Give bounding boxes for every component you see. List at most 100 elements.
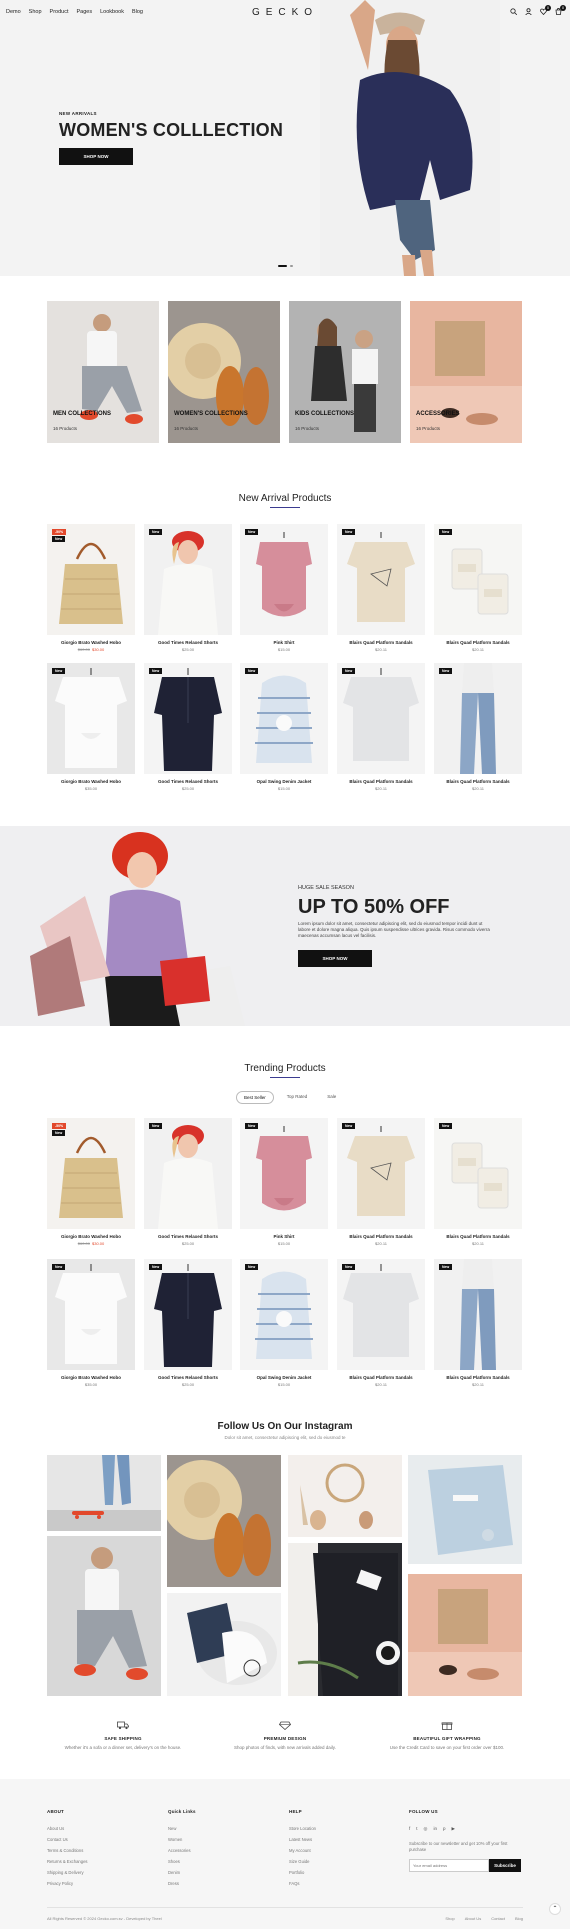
product-name[interactable]: Giorgio Brato Washed Hobo — [47, 640, 135, 645]
tab-top-rated[interactable]: Top Rated — [280, 1091, 315, 1104]
product-card[interactable]: New Blairs Quad Platform Sandals $20.11 — [434, 524, 522, 652]
collection-card-women[interactable]: WOMEN'S COLLECTIONS 16 Products — [168, 301, 280, 443]
product-card[interactable]: New Blairs Quad Platform Sandals $20.11 — [337, 524, 425, 652]
product-card[interactable]: New Blairs Quad Platform Sandals $20.11 — [434, 663, 522, 791]
facebook-icon[interactable]: f — [409, 1826, 410, 1832]
product-image[interactable]: New — [337, 1118, 425, 1229]
back-to-top-button[interactable]: ⌃ — [549, 1903, 561, 1915]
footer-link[interactable]: Store Location — [289, 1826, 316, 1831]
slider-dot-active[interactable] — [278, 265, 287, 267]
instagram-post[interactable] — [288, 1455, 402, 1537]
product-name[interactable]: Blairs Quad Platform Sandals — [337, 1234, 425, 1239]
product-card[interactable]: New Blairs Quad Platform Sandals $20.11 — [337, 663, 425, 791]
twitter-icon[interactable]: t — [416, 1826, 417, 1832]
product-card[interactable]: New Good Times Relaxed Shorts $25.00 — [144, 1259, 232, 1387]
product-card[interactable]: New Good Times Relaxed Shorts $25.00 — [144, 524, 232, 652]
footer-link[interactable]: Portfolio — [289, 1870, 316, 1875]
promo-shop-now-button[interactable]: SHOP NOW — [298, 950, 372, 967]
product-card[interactable]: New Blairs Quad Platform Sandals $20.11 — [434, 1259, 522, 1387]
instagram-post[interactable] — [47, 1536, 161, 1696]
product-card[interactable]: New Pink Shirt $15.00 — [240, 524, 328, 652]
site-logo[interactable]: GECKO — [0, 7, 570, 18]
product-image[interactable]: New — [144, 524, 232, 635]
product-image[interactable]: New — [47, 1259, 135, 1370]
instagram-post[interactable] — [47, 1455, 161, 1531]
product-name[interactable]: Opal Swing Denim Jacket — [240, 779, 328, 784]
footer-link[interactable]: My Account — [289, 1848, 316, 1853]
product-image[interactable]: New — [240, 1118, 328, 1229]
tab-sale[interactable]: Sale — [320, 1091, 343, 1104]
footer-link[interactable]: Latest News — [289, 1837, 316, 1842]
instagram-post[interactable] — [167, 1593, 281, 1696]
search-icon[interactable] — [510, 8, 518, 17]
product-card[interactable]: -50% New Giorgio Brato Washed Hobo $60.00 $3… — [47, 1118, 135, 1246]
footer-link[interactable]: Accessories — [168, 1848, 196, 1853]
footer-bottom-link[interactable]: Shop — [445, 1916, 454, 1921]
instagram-post[interactable] — [288, 1543, 402, 1696]
collection-card-men[interactable]: MEN COLLECTIONS 16 Products — [47, 301, 159, 443]
footer-link[interactable]: Returns & Exchanges — [47, 1859, 88, 1864]
footer-link[interactable]: New — [168, 1826, 196, 1831]
product-card[interactable]: New Giorgio Brato Washed Hobo $35.00 — [47, 1259, 135, 1387]
product-name[interactable]: Blairs Quad Platform Sandals — [337, 1375, 425, 1380]
product-name[interactable]: Good Times Relaxed Shorts — [144, 779, 232, 784]
product-name[interactable]: Giorgio Brato Washed Hobo — [47, 1234, 135, 1239]
product-image[interactable]: New — [434, 524, 522, 635]
product-name[interactable]: Good Times Relaxed Shorts — [144, 640, 232, 645]
collection-card-kids[interactable]: KIDS COLLECTIONS 16 Products — [289, 301, 401, 443]
footer-link[interactable]: Shoes — [168, 1859, 196, 1864]
product-name[interactable]: Blairs Quad Platform Sandals — [434, 1375, 522, 1380]
product-name[interactable]: Good Times Relaxed Shorts — [144, 1234, 232, 1239]
footer-link[interactable]: Denim — [168, 1870, 196, 1875]
product-name[interactable]: Pink Shirt — [240, 1234, 328, 1239]
product-card[interactable]: New Opal Swing Denim Jacket $15.00 — [240, 663, 328, 791]
product-image[interactable]: New — [434, 663, 522, 774]
product-image[interactable]: New — [144, 1259, 232, 1370]
product-image[interactable]: New — [337, 1259, 425, 1370]
product-name[interactable]: Blairs Quad Platform Sandals — [434, 1234, 522, 1239]
product-card[interactable]: New Blairs Quad Platform Sandals $20.11 — [337, 1259, 425, 1387]
product-card[interactable]: New Blairs Quad Platform Sandals $20.11 — [337, 1118, 425, 1246]
linkedin-icon[interactable]: in — [433, 1826, 437, 1832]
footer-link[interactable]: Shipping & Delivery — [47, 1870, 88, 1875]
footer-bottom-link[interactable]: Contact — [491, 1916, 505, 1921]
footer-link[interactable]: Terms & Conditions — [47, 1848, 88, 1853]
product-name[interactable]: Blairs Quad Platform Sandals — [434, 779, 522, 784]
product-image[interactable]: New — [47, 663, 135, 774]
newsletter-email-input[interactable] — [409, 1859, 489, 1872]
instagram-post[interactable] — [408, 1455, 522, 1564]
tab-best-seller[interactable]: Best Seller — [236, 1091, 274, 1104]
product-card[interactable]: New Good Times Relaxed Shorts $25.00 — [144, 663, 232, 791]
instagram-post[interactable] — [167, 1455, 281, 1587]
footer-link[interactable]: About Us — [47, 1826, 88, 1831]
product-image[interactable]: -50% New — [47, 1118, 135, 1229]
product-card[interactable]: New Good Times Relaxed Shorts $25.00 — [144, 1118, 232, 1246]
product-image[interactable]: New — [144, 663, 232, 774]
cart-icon[interactable]: 0 — [555, 5, 566, 17]
product-name[interactable]: Blairs Quad Platform Sandals — [337, 640, 425, 645]
product-card[interactable]: New Pink Shirt $15.00 — [240, 1118, 328, 1246]
product-image[interactable]: New — [434, 1259, 522, 1370]
product-card[interactable]: -50% New Giorgio Brato Washed Hobo $60.00 $3… — [47, 524, 135, 652]
pinterest-icon[interactable]: p — [443, 1826, 446, 1832]
product-image[interactable]: New — [337, 524, 425, 635]
footer-link[interactable]: Women — [168, 1837, 196, 1842]
product-name[interactable]: Giorgio Brato Washed Hobo — [47, 1375, 135, 1380]
slider-dot[interactable] — [290, 265, 293, 267]
wishlist-icon[interactable]: 0 — [540, 5, 551, 17]
product-card[interactable]: New Blairs Quad Platform Sandals $20.11 — [434, 1118, 522, 1246]
footer-link[interactable]: Privacy Policy — [47, 1881, 88, 1886]
product-name[interactable]: Opal Swing Denim Jacket — [240, 1375, 328, 1380]
product-image[interactable]: New — [434, 1118, 522, 1229]
product-card[interactable]: New Giorgio Brato Washed Hobo $35.00 — [47, 663, 135, 791]
product-image[interactable]: New — [144, 1118, 232, 1229]
user-icon[interactable] — [525, 8, 532, 17]
product-image[interactable]: -50% New — [47, 524, 135, 635]
footer-link[interactable]: Dress — [168, 1881, 196, 1886]
product-name[interactable]: Pink Shirt — [240, 640, 328, 645]
product-image[interactable]: New — [240, 1259, 328, 1370]
product-image[interactable]: New — [337, 663, 425, 774]
product-card[interactable]: New Opal Swing Denim Jacket $15.00 — [240, 1259, 328, 1387]
footer-link[interactable]: Size Guide — [289, 1859, 316, 1864]
instagram-post[interactable] — [408, 1574, 522, 1696]
